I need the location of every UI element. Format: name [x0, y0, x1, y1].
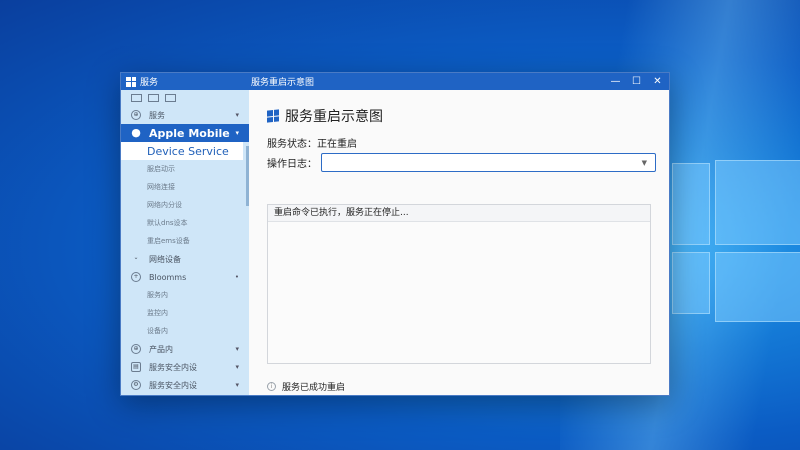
- window-view-icon[interactable]: [148, 94, 159, 102]
- main-content: 服务重启示意图 服务状态：正在重启 操作日志： ▼ 重启命令已执行，服务正在停止…: [249, 90, 669, 395]
- minimize-button[interactable]: —: [606, 73, 625, 90]
- windows-logo-icon: [267, 109, 279, 123]
- sidebar-toolbar: [121, 90, 249, 106]
- sidebar-item-label: 产品内: [149, 344, 173, 354]
- app-window: 服务 服务重启示意图 — ☐ ✕ ⊕ 服务 ▾ ● Apple Mobile ▾…: [120, 72, 670, 396]
- app-icon: [126, 76, 136, 87]
- chevron-icon: ⌄: [133, 254, 139, 261]
- log-label: 操作日志：: [267, 159, 317, 170]
- sidebar-item-label: Bloomms: [149, 272, 187, 282]
- log-dropdown[interactable]: ▼: [321, 153, 656, 172]
- log-output-text: 重启命令已执行，服务正在停止...: [268, 205, 650, 222]
- page-title-text: 服务重启示意图: [285, 109, 383, 125]
- sidebar-subitem[interactable]: 重启ems设备: [121, 232, 249, 250]
- plus-icon: +: [131, 272, 141, 282]
- result-text: 服务已成功重启: [282, 383, 346, 393]
- desktop-logo-pane: [672, 252, 710, 314]
- sidebar-subitem[interactable]: 监控内: [121, 304, 249, 322]
- page-title: 服务重启示意图: [267, 106, 383, 126]
- status-value: 正在重启: [317, 139, 357, 150]
- security-icon: ▤: [131, 362, 141, 372]
- settings-icon: ⚙: [131, 380, 141, 390]
- chevron-down-icon: ▾: [235, 345, 239, 353]
- link-view-icon[interactable]: [165, 94, 176, 102]
- service-status: 服务状态：正在重启: [267, 135, 357, 150]
- maximize-button[interactable]: ☐: [627, 73, 646, 90]
- window-title: 服务重启示意图: [251, 78, 315, 88]
- sidebar-subitem[interactable]: 网络连接: [121, 178, 249, 196]
- chevron-down-icon: ▼: [641, 159, 647, 167]
- desktop-logo-pane: [715, 160, 800, 245]
- sidebar-item-apple-mobile[interactable]: ● Apple Mobile ▾: [121, 124, 249, 142]
- chevron-down-icon: ▾: [235, 129, 239, 137]
- log-output-panel: 重启命令已执行，服务正在停止...: [267, 204, 651, 364]
- close-button[interactable]: ✕: [648, 73, 667, 90]
- sidebar: ⊕ 服务 ▾ ● Apple Mobile ▾ Device Service 服…: [121, 90, 249, 395]
- sidebar-item-service[interactable]: ⊕ 服务 ▾: [121, 106, 249, 124]
- sidebar-item-settings[interactable]: ⚙ 服务安全内设 ▾: [121, 376, 249, 394]
- log-row: 操作日志： ▼: [267, 153, 656, 172]
- status-label: 服务状态：: [267, 139, 317, 150]
- sidebar-item-label: 服务安全内设: [149, 362, 197, 372]
- list-view-icon[interactable]: [131, 94, 142, 102]
- sidebar-subitem[interactable]: 服务内: [121, 286, 249, 304]
- info-icon: i: [267, 382, 276, 391]
- title-bar[interactable]: 服务 服务重启示意图 — ☐ ✕: [121, 73, 669, 90]
- sidebar-item-label: 服务安全内设: [149, 380, 197, 390]
- sidebar-subitem[interactable]: 默认dns设本: [121, 214, 249, 232]
- sidebar-item-bloomms[interactable]: + Bloomms •: [121, 268, 249, 286]
- sidebar-subitem[interactable]: 设备内: [121, 322, 249, 340]
- sidebar-subitem[interactable]: 网络内分设: [121, 196, 249, 214]
- desktop-logo-pane: [715, 252, 800, 322]
- sidebar-item-label: Apple Mobile: [149, 126, 230, 140]
- product-icon: ⊕: [131, 344, 141, 354]
- app-name: 服务: [140, 78, 159, 88]
- sidebar-item-label: 网络设备: [149, 254, 181, 264]
- dot-icon: •: [234, 273, 239, 281]
- service-icon: ⊕: [131, 110, 141, 120]
- chevron-down-icon: ▾: [235, 111, 239, 119]
- chevron-down-icon: ▾: [235, 363, 239, 371]
- desktop-logo-pane: [672, 163, 710, 245]
- sidebar-item-device-service[interactable]: Device Service: [121, 142, 243, 160]
- sidebar-subitem[interactable]: 服启动示: [121, 160, 249, 178]
- result-row[interactable]: i 服务已成功重启: [267, 380, 345, 393]
- sidebar-item-security[interactable]: ▤ 服务安全内设 ▾: [121, 358, 249, 376]
- chevron-down-icon: ▾: [235, 381, 239, 389]
- sidebar-item-product[interactable]: ⊕ 产品内 ▾: [121, 340, 249, 358]
- sidebar-item-network[interactable]: ⌄ 网络设备: [121, 250, 249, 268]
- sidebar-item-label: 服务: [149, 110, 165, 120]
- apple-icon: ●: [131, 126, 141, 139]
